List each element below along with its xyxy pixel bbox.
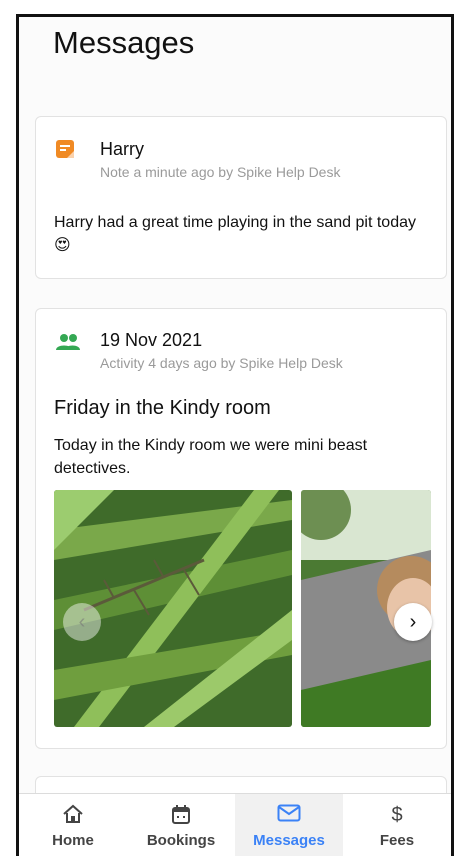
carousel-next-button[interactable]: ›: [394, 603, 432, 641]
activity-heading: Friday in the Kindy room: [54, 397, 271, 419]
phone-screen: Messages Harry Note a minute ago by Spik…: [16, 14, 454, 856]
tab-fees-label: Fees: [379, 832, 415, 849]
activity-body: Today in the Kindy room we were mini bea…: [54, 437, 368, 477]
activity-date: 19 Nov 2021: [100, 330, 203, 350]
tab-bookings[interactable]: Bookings: [127, 794, 235, 856]
bottom-tab-bar: Home Bookings Messages $ Fees: [19, 793, 451, 856]
tab-home[interactable]: Home: [19, 794, 127, 856]
activity-subtitle: Activity 4 days ago by Spike Help Desk: [100, 355, 343, 371]
tab-messages[interactable]: Messages: [235, 794, 343, 856]
dollar-icon: $: [391, 804, 403, 826]
note-card[interactable]: Harry Note a minute ago by Spike Help De…: [35, 116, 447, 279]
note-title: Harry: [100, 139, 144, 159]
note-body: Harry had a great time playing in the sa…: [54, 214, 416, 254]
page-title: Messages: [53, 25, 195, 60]
tab-home-label: Home: [52, 832, 94, 849]
calendar-icon: [127, 804, 235, 826]
mail-icon: [235, 804, 343, 826]
carousel-prev-button[interactable]: ‹: [63, 603, 101, 641]
next-card[interactable]: [35, 776, 447, 794]
note-subtitle: Note a minute ago by Spike Help Desk: [100, 164, 341, 180]
tab-fees[interactable]: $ Fees: [343, 794, 451, 856]
activity-card[interactable]: 19 Nov 2021 Activity 4 days ago by Spike…: [35, 308, 447, 749]
home-icon: [19, 804, 127, 826]
messages-feed[interactable]: Messages Harry Note a minute ago by Spik…: [19, 17, 451, 794]
tab-messages-label: Messages: [253, 832, 325, 849]
group-icon: [55, 333, 81, 356]
note-icon: [55, 139, 75, 164]
tab-bookings-label: Bookings: [146, 832, 216, 849]
